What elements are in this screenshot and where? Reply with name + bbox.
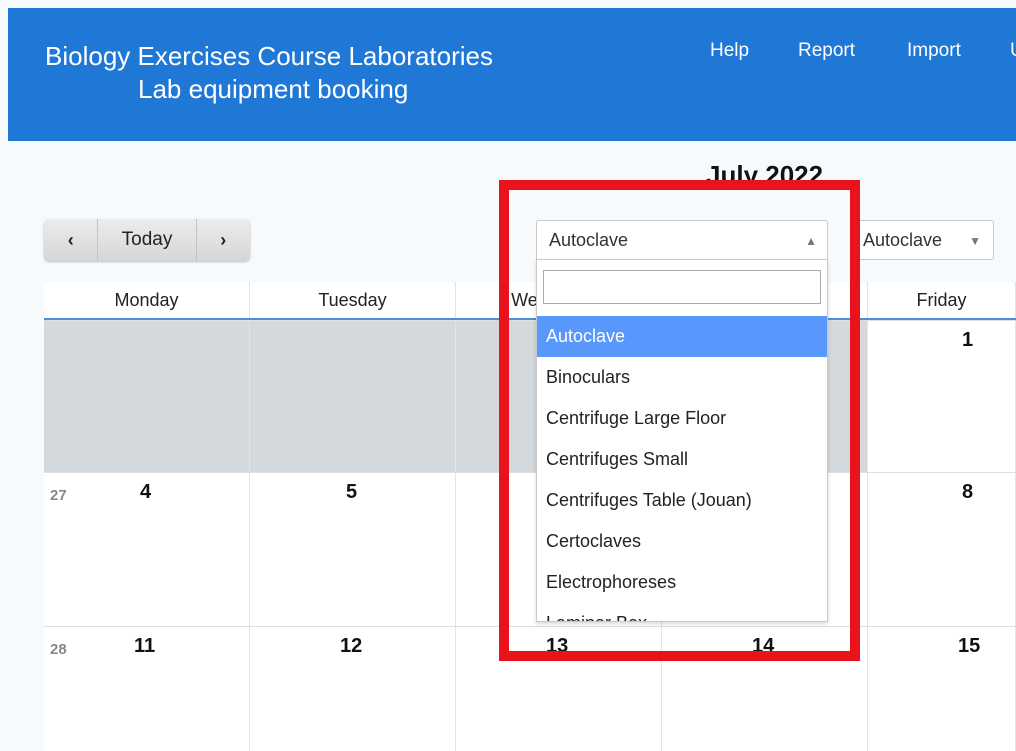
- day-number: 14: [752, 635, 775, 657]
- day-number: 11: [134, 635, 156, 657]
- calendar-cell[interactable]: 27 4: [44, 473, 250, 626]
- app-title: Biology Exercises Course Laboratories: [45, 41, 493, 71]
- dropdown-option[interactable]: Centrifuges Table (Jouan): [537, 480, 827, 521]
- caret-up-icon: ▲: [805, 234, 817, 248]
- equipment-select[interactable]: Autoclave ▲: [536, 220, 828, 260]
- day-header-friday: Friday: [868, 282, 1016, 318]
- app-subtitle: Lab equipment booking: [138, 74, 409, 104]
- app-header: Biology Exercises Course Laboratories La…: [8, 8, 1016, 141]
- calendar-cell[interactable]: [44, 321, 250, 472]
- calendar-cell[interactable]: [250, 321, 456, 472]
- day-number: 4: [140, 481, 152, 503]
- week-number: 27: [50, 487, 67, 504]
- day-number: 8: [962, 481, 974, 503]
- week-row: 1: [44, 320, 1016, 472]
- chevron-left-icon: ‹: [67, 229, 74, 250]
- caret-down-icon: ▼: [969, 234, 981, 248]
- equipment-dropdown: Autoclave Binoculars Centrifuge Large Fl…: [536, 259, 828, 622]
- dropdown-option[interactable]: Certoclaves: [537, 521, 827, 562]
- calendar-cell[interactable]: 13: [456, 627, 662, 751]
- chevron-right-icon: ›: [220, 229, 227, 250]
- nav-import-link[interactable]: Import: [907, 40, 961, 62]
- calendar-cell[interactable]: 28 11: [44, 627, 250, 751]
- nav-report-link[interactable]: Report: [798, 40, 855, 62]
- calendar-grid: Monday Tuesday Wednesday Thursday Friday…: [44, 282, 1016, 751]
- calendar-nav-buttons: ‹ Today ›: [44, 219, 250, 261]
- dropdown-option[interactable]: Centrifuges Small: [537, 439, 827, 480]
- week-number: 28: [50, 641, 67, 658]
- day-header-monday: Monday: [44, 282, 250, 318]
- day-header-tuesday: Tuesday: [250, 282, 456, 318]
- calendar-cell[interactable]: 1: [868, 321, 1016, 472]
- secondary-equipment-select[interactable]: Autoclave ▼: [852, 220, 994, 260]
- today-button[interactable]: Today: [98, 219, 197, 261]
- day-number: 5: [346, 481, 358, 503]
- dropdown-option[interactable]: Autoclave: [537, 316, 827, 357]
- week-row: 28 11 12 13 14 15: [44, 626, 1016, 751]
- dropdown-option[interactable]: Binoculars: [537, 357, 827, 398]
- day-number: 1: [962, 329, 974, 351]
- week-row: 27 4 5 6 7 8: [44, 472, 1016, 626]
- calendar-cell[interactable]: 5: [250, 473, 456, 626]
- dropdown-search-input[interactable]: [543, 270, 821, 304]
- dropdown-option[interactable]: Laminar Box: [537, 603, 827, 621]
- calendar-month-title: July 2022: [706, 160, 824, 190]
- calendar-cell[interactable]: 8: [868, 473, 1016, 626]
- day-number: 15: [958, 635, 981, 657]
- day-number: 13: [546, 635, 569, 657]
- next-button[interactable]: ›: [197, 219, 250, 261]
- nav-user-link[interactable]: U: [1010, 40, 1016, 62]
- nav-help-link[interactable]: Help: [710, 40, 749, 62]
- secondary-select-value: Autoclave: [863, 230, 943, 250]
- calendar-cell[interactable]: 12: [250, 627, 456, 751]
- dropdown-options: Autoclave Binoculars Centrifuge Large Fl…: [537, 316, 827, 621]
- calendar-cell[interactable]: 15: [868, 627, 1016, 751]
- dropdown-option[interactable]: Centrifuge Large Floor: [537, 398, 827, 439]
- prev-button[interactable]: ‹: [44, 219, 99, 261]
- calendar-cell[interactable]: 14: [662, 627, 868, 751]
- day-number: 12: [340, 635, 363, 657]
- equipment-select-value: Autoclave: [549, 230, 629, 250]
- dropdown-option[interactable]: Electrophoreses: [537, 562, 827, 603]
